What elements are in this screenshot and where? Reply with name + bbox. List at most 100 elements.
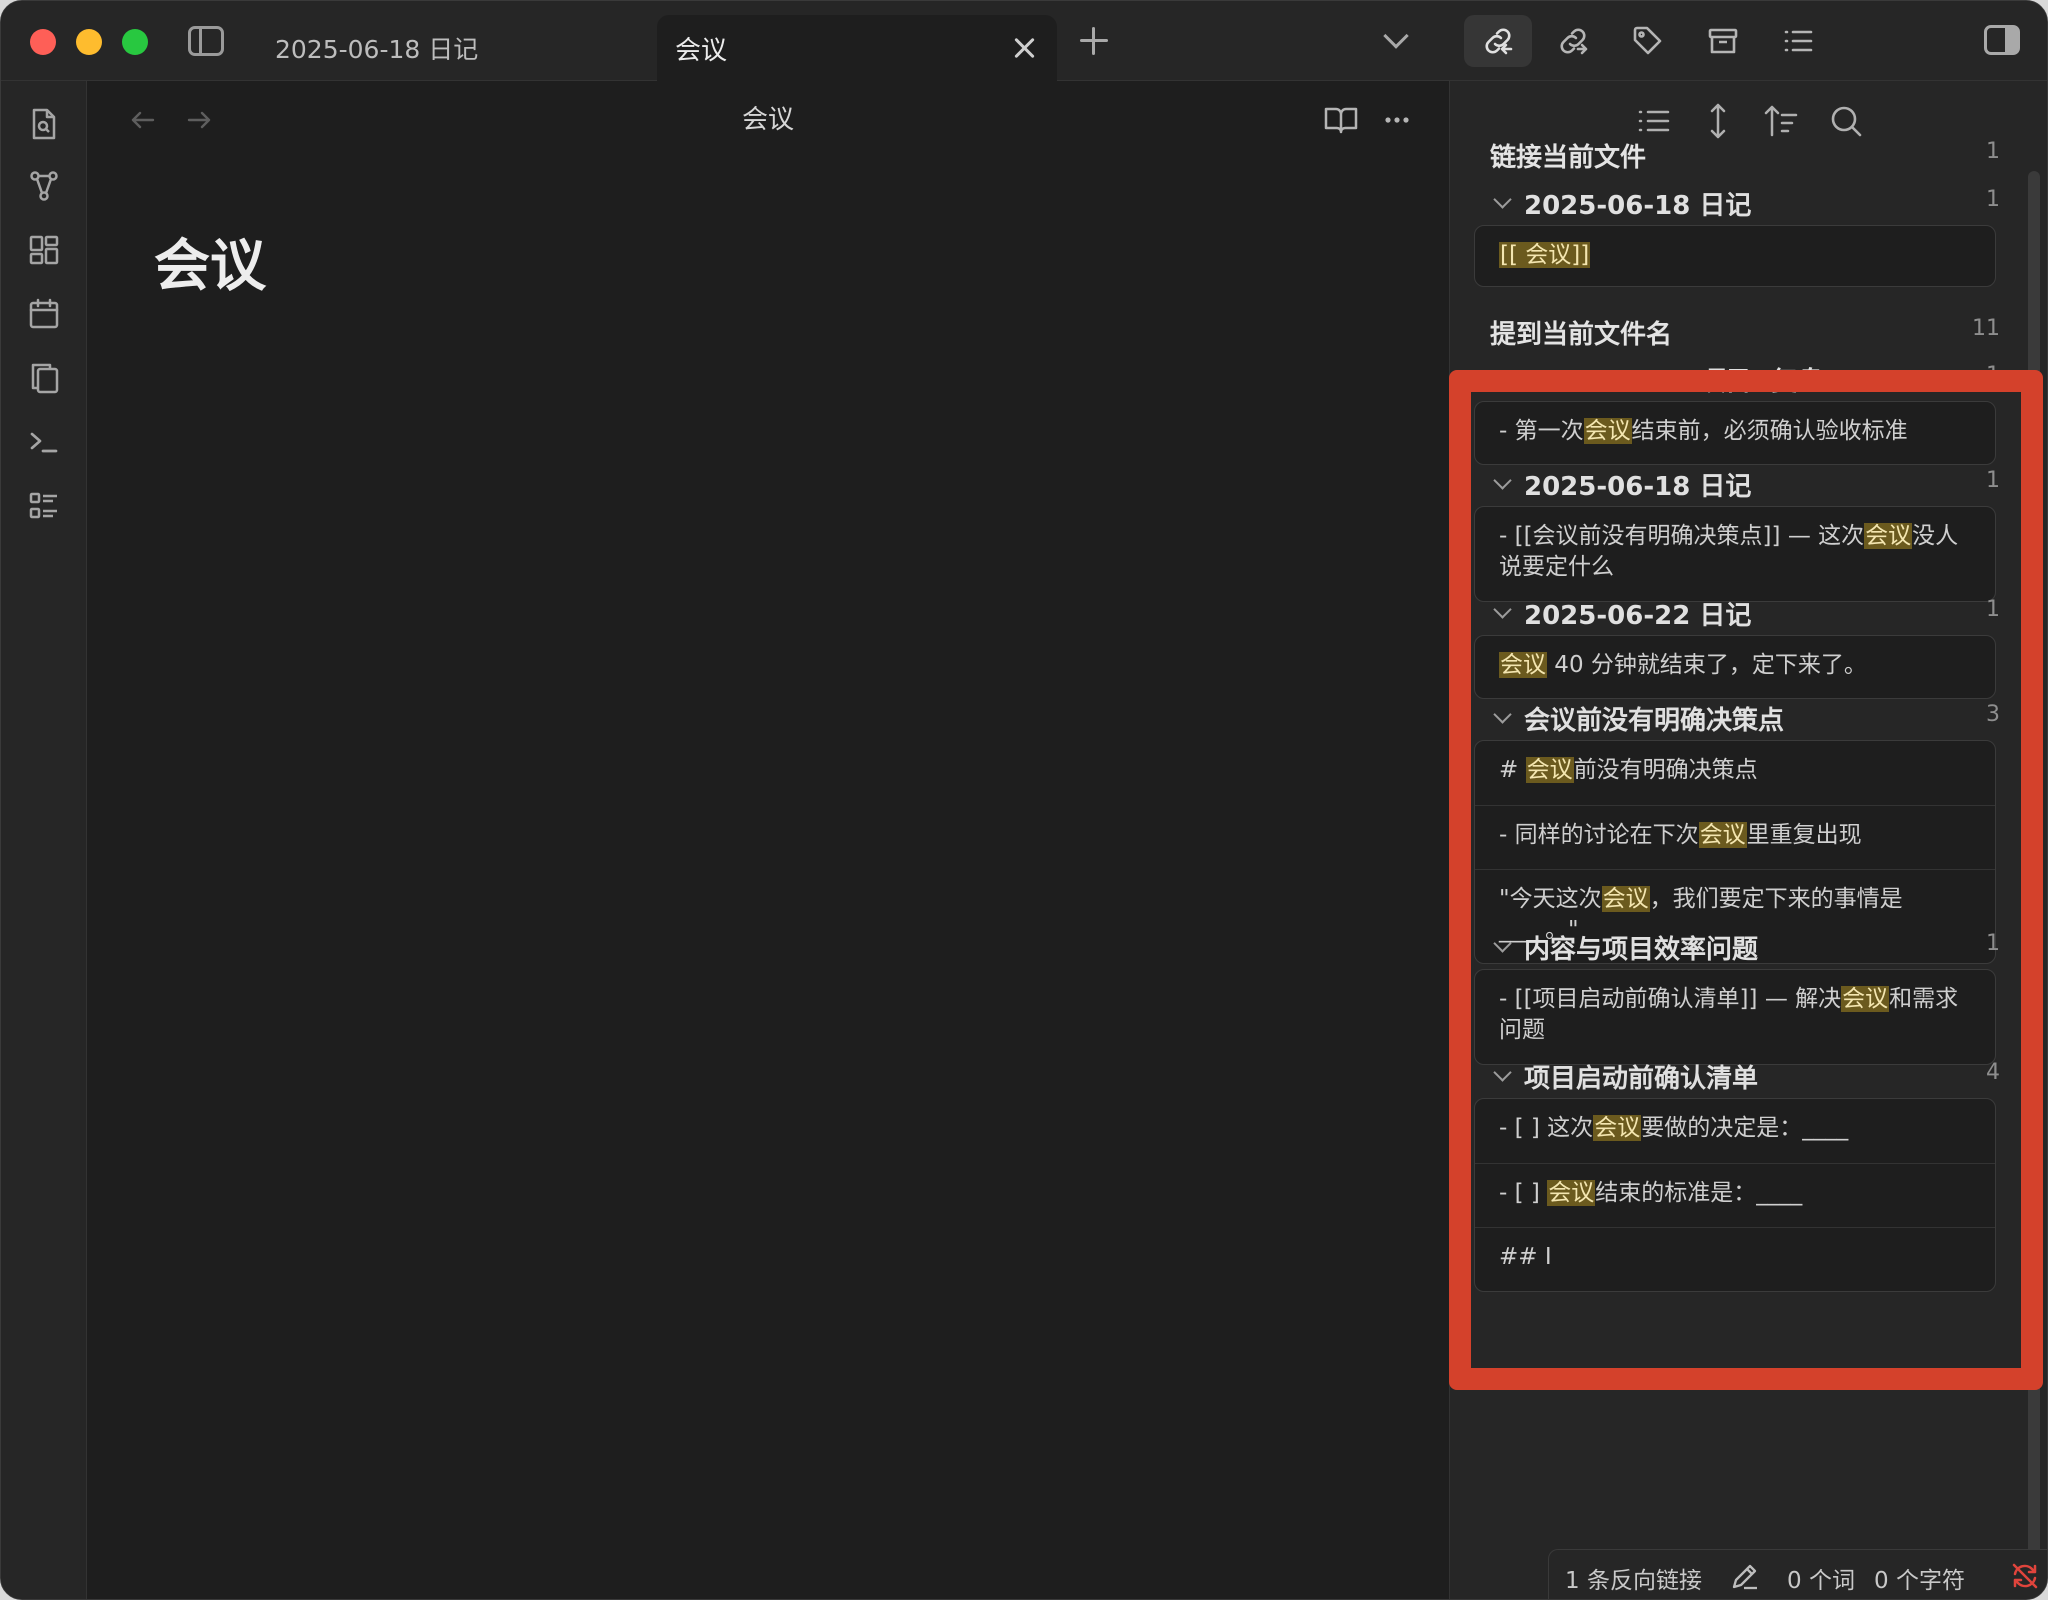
backlink-file-name: 2025-06-18 日记 <box>1524 191 1752 221</box>
close-window-button[interactable] <box>30 29 56 55</box>
context-text: - 同样的讨论在下次 <box>1499 822 1699 848</box>
calendar-icon[interactable] <box>25 295 63 333</box>
backlink-context-card: - 第一次会议结束前，必须确认验收标准 <box>1474 401 1996 465</box>
match-highlight: [[ 会议]] <box>1499 242 1591 268</box>
backlink-file-header[interactable]: 2025-06-18 日记 1 <box>1490 466 2000 506</box>
context-text: - [[会议前没有明确决策点]] — 这次 <box>1499 523 1865 549</box>
outgoing-links-icon[interactable] <box>1539 15 1607 67</box>
backlink-file-name: 2025-06-22 日记 <box>1524 601 1752 631</box>
backlink-context-line[interactable]: - [ ] 会议结束的标准是：____ <box>1475 1163 1995 1227</box>
chevron-down-icon[interactable] <box>1493 934 1512 953</box>
backlink-context-line[interactable]: - [ ] 这次会议要做的决定是：____ <box>1475 1099 1995 1163</box>
editor-pane: 会议 会议 <box>88 81 1448 1599</box>
tag-icon[interactable] <box>1614 15 1682 67</box>
backlink-file-header[interactable]: 项目启动前确认清单 4 <box>1490 1058 2000 1098</box>
canvas-icon[interactable] <box>25 231 63 269</box>
sort-icon[interactable] <box>1762 101 1802 141</box>
close-tab-icon[interactable] <box>1009 33 1039 63</box>
outline-list-icon[interactable] <box>25 487 63 525</box>
linked-mentions-header[interactable]: 链接当前文件 1 <box>1490 137 2000 177</box>
backlink-file-name: 2025-05-29 项目A复盘 <box>1524 367 1824 397</box>
context-text: - 第一次 <box>1499 418 1584 444</box>
chevron-down-icon[interactable] <box>1493 600 1512 619</box>
file-search-icon[interactable] <box>25 105 63 143</box>
backlink-count[interactable]: 1 条反向链接 <box>1565 1561 1702 1595</box>
maximize-window-button[interactable] <box>122 29 148 55</box>
backlink-file-header[interactable]: 2025-06-22 日记 1 <box>1490 595 2000 635</box>
word-count: 0 个词 <box>1787 1568 1855 1594</box>
note-title[interactable]: 会议 <box>154 221 266 302</box>
chevron-down-icon[interactable] <box>1493 190 1512 209</box>
minimize-window-button[interactable] <box>76 29 102 55</box>
backlink-context-line[interactable]: 会议 40 分钟就结束了，定下来了。 <box>1475 636 1995 698</box>
section-count: 1 <box>1986 139 2000 164</box>
graph-icon[interactable] <box>25 167 63 205</box>
backlink-file-count: 4 <box>1986 1060 2000 1085</box>
context-text: - [ ] <box>1499 1180 1548 1206</box>
backlink-context-card: [[ 会议]] <box>1474 225 1996 287</box>
match-highlight: 会议 <box>1547 1180 1596 1206</box>
more-options-icon[interactable] <box>1378 101 1416 139</box>
tab-label: 会议 <box>675 35 728 66</box>
backlink-context-line[interactable]: [[ 会议]] <box>1475 226 1995 286</box>
backlink-context-line[interactable]: - [[项目启动前确认清单]] — 解决会议和需求问题 <box>1475 970 1995 1064</box>
match-highlight: 会议 <box>1841 986 1890 1012</box>
match-highlight: 会议 <box>1698 822 1747 848</box>
match-highlight: 会议 <box>1864 523 1913 549</box>
list-view-icon[interactable] <box>1634 101 1674 141</box>
sync-error-icon[interactable] <box>2009 1560 2041 1592</box>
backlink-context-line[interactable]: - 同样的讨论在下次会议里重复出现 <box>1475 805 1995 869</box>
context-text: - [[项目启动前确认清单]] — 解决 <box>1499 986 1842 1012</box>
match-highlight: 会议 <box>1601 886 1650 912</box>
backlink-file-count: 1 <box>1986 187 2000 212</box>
status-bar: 1 条反向链接 0 个词 0 个字符 <box>1548 1549 2047 1599</box>
chevron-down-icon[interactable] <box>1493 705 1512 724</box>
section-count: 11 <box>1972 316 2000 341</box>
left-sidebar-toggle-icon[interactable] <box>188 26 224 56</box>
backlink-context-line[interactable]: ## I <box>1475 1227 1995 1291</box>
title-bar: 2025-06-18 日记 会议 <box>1 1 2047 81</box>
backlink-context-line[interactable]: # 会议前没有明确决策点 <box>1475 741 1995 805</box>
archive-icon[interactable] <box>1689 15 1757 67</box>
backlink-context-line[interactable]: - [[会议前没有明确决策点]] — 这次会议没人说要定什么 <box>1475 507 1995 601</box>
outline-icon[interactable] <box>1764 15 1832 67</box>
chevron-down-icon[interactable] <box>1493 471 1512 490</box>
backlink-file-count: 3 <box>1986 702 2000 727</box>
match-highlight: 会议 <box>1525 757 1574 783</box>
tab-2025-06-18[interactable]: 2025-06-18 日记 <box>259 15 654 81</box>
backlink-context-card: - [[会议前没有明确决策点]] — 这次会议没人说要定什么 <box>1474 506 1996 602</box>
backlink-file-count: 1 <box>1986 468 2000 493</box>
scrollbar[interactable] <box>2028 171 2040 1591</box>
backlinks-icon[interactable] <box>1464 15 1532 67</box>
app-window: 2025-06-18 日记 会议 会议 会议 链接当前文件 1 2025-06-… <box>0 0 2048 1600</box>
backlink-file-header[interactable]: 2025-06-18 日记 1 <box>1490 185 2000 225</box>
section-title: 提到当前文件名 <box>1490 320 1673 350</box>
view-header-title[interactable]: 会议 <box>88 99 1448 136</box>
expand-collapse-icon[interactable] <box>1698 101 1738 141</box>
backlink-file-header[interactable]: 2025-05-29 项目A复盘 1 <box>1490 361 2000 401</box>
backlink-file-name: 项目启动前确认清单 <box>1524 1064 1759 1094</box>
reading-view-icon[interactable] <box>1322 101 1360 139</box>
backlink-file-header[interactable]: 会议前没有明确决策点 3 <box>1490 700 2000 740</box>
tab-list-chevron-icon[interactable] <box>1383 23 1409 49</box>
ribbon <box>1 81 87 1599</box>
unlinked-mentions-header[interactable]: 提到当前文件名 11 <box>1490 314 2000 354</box>
chevron-down-icon[interactable] <box>1493 366 1512 385</box>
tab-label: 2025-06-18 日记 <box>275 35 479 64</box>
context-text: 前没有明确决策点 <box>1573 757 1758 783</box>
backlinks-panel: 链接当前文件 1 2025-06-18 日记 1[[ 会议]] 提到当前文件名 11 202… <box>1449 81 2047 1599</box>
new-tab-icon[interactable] <box>1078 25 1110 57</box>
copy-icon[interactable] <box>25 359 63 397</box>
context-text: 40 分钟就结束了，定下来了。 <box>1547 652 1867 678</box>
backlink-file-count: 1 <box>1986 931 2000 956</box>
tab-meeting[interactable]: 会议 <box>657 15 1057 81</box>
right-sidebar-toggle-icon[interactable] <box>1984 25 2020 55</box>
backlink-context-line[interactable]: - 第一次会议结束前，必须确认验收标准 <box>1475 402 1995 464</box>
chevron-down-icon[interactable] <box>1493 1063 1512 1082</box>
pencil-icon[interactable] <box>1729 1560 1761 1592</box>
backlink-file-header[interactable]: 内容与项目效率问题 1 <box>1490 929 2000 969</box>
context-text: 要做的决定是：____ <box>1641 1115 1849 1141</box>
backlink-file-count: 1 <box>1986 597 2000 622</box>
search-icon[interactable] <box>1826 101 1866 141</box>
terminal-icon[interactable] <box>25 423 63 461</box>
